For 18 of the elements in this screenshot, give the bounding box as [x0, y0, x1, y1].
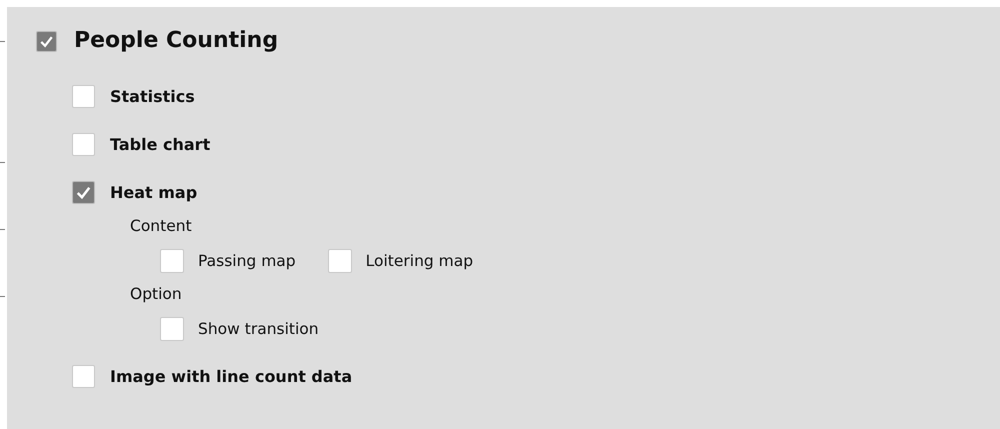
- checkbox-label: Image with line count data: [110, 366, 352, 386]
- checkbox[interactable]: [72, 364, 95, 388]
- checkbox[interactable]: [72, 84, 95, 108]
- checkbox[interactable]: [72, 132, 95, 156]
- checkbox[interactable]: [36, 30, 57, 52]
- checkbox-label: Show transition: [198, 320, 319, 338]
- section-title: People Counting: [74, 29, 278, 53]
- checkbox-label: Heat map: [110, 182, 198, 202]
- checkbox[interactable]: [328, 249, 352, 273]
- checkbox[interactable]: [72, 180, 95, 204]
- checkbox-label: Statistics: [110, 86, 195, 106]
- group-label: Option: [130, 284, 183, 305]
- checkbox-label: Passing map: [198, 252, 296, 270]
- group-label: Content: [130, 216, 193, 237]
- checkbox-label: Table chart: [110, 134, 210, 154]
- checkbox-label: Loitering map: [366, 252, 474, 270]
- checkbox[interactable]: [160, 317, 184, 341]
- checkbox[interactable]: [160, 249, 184, 273]
